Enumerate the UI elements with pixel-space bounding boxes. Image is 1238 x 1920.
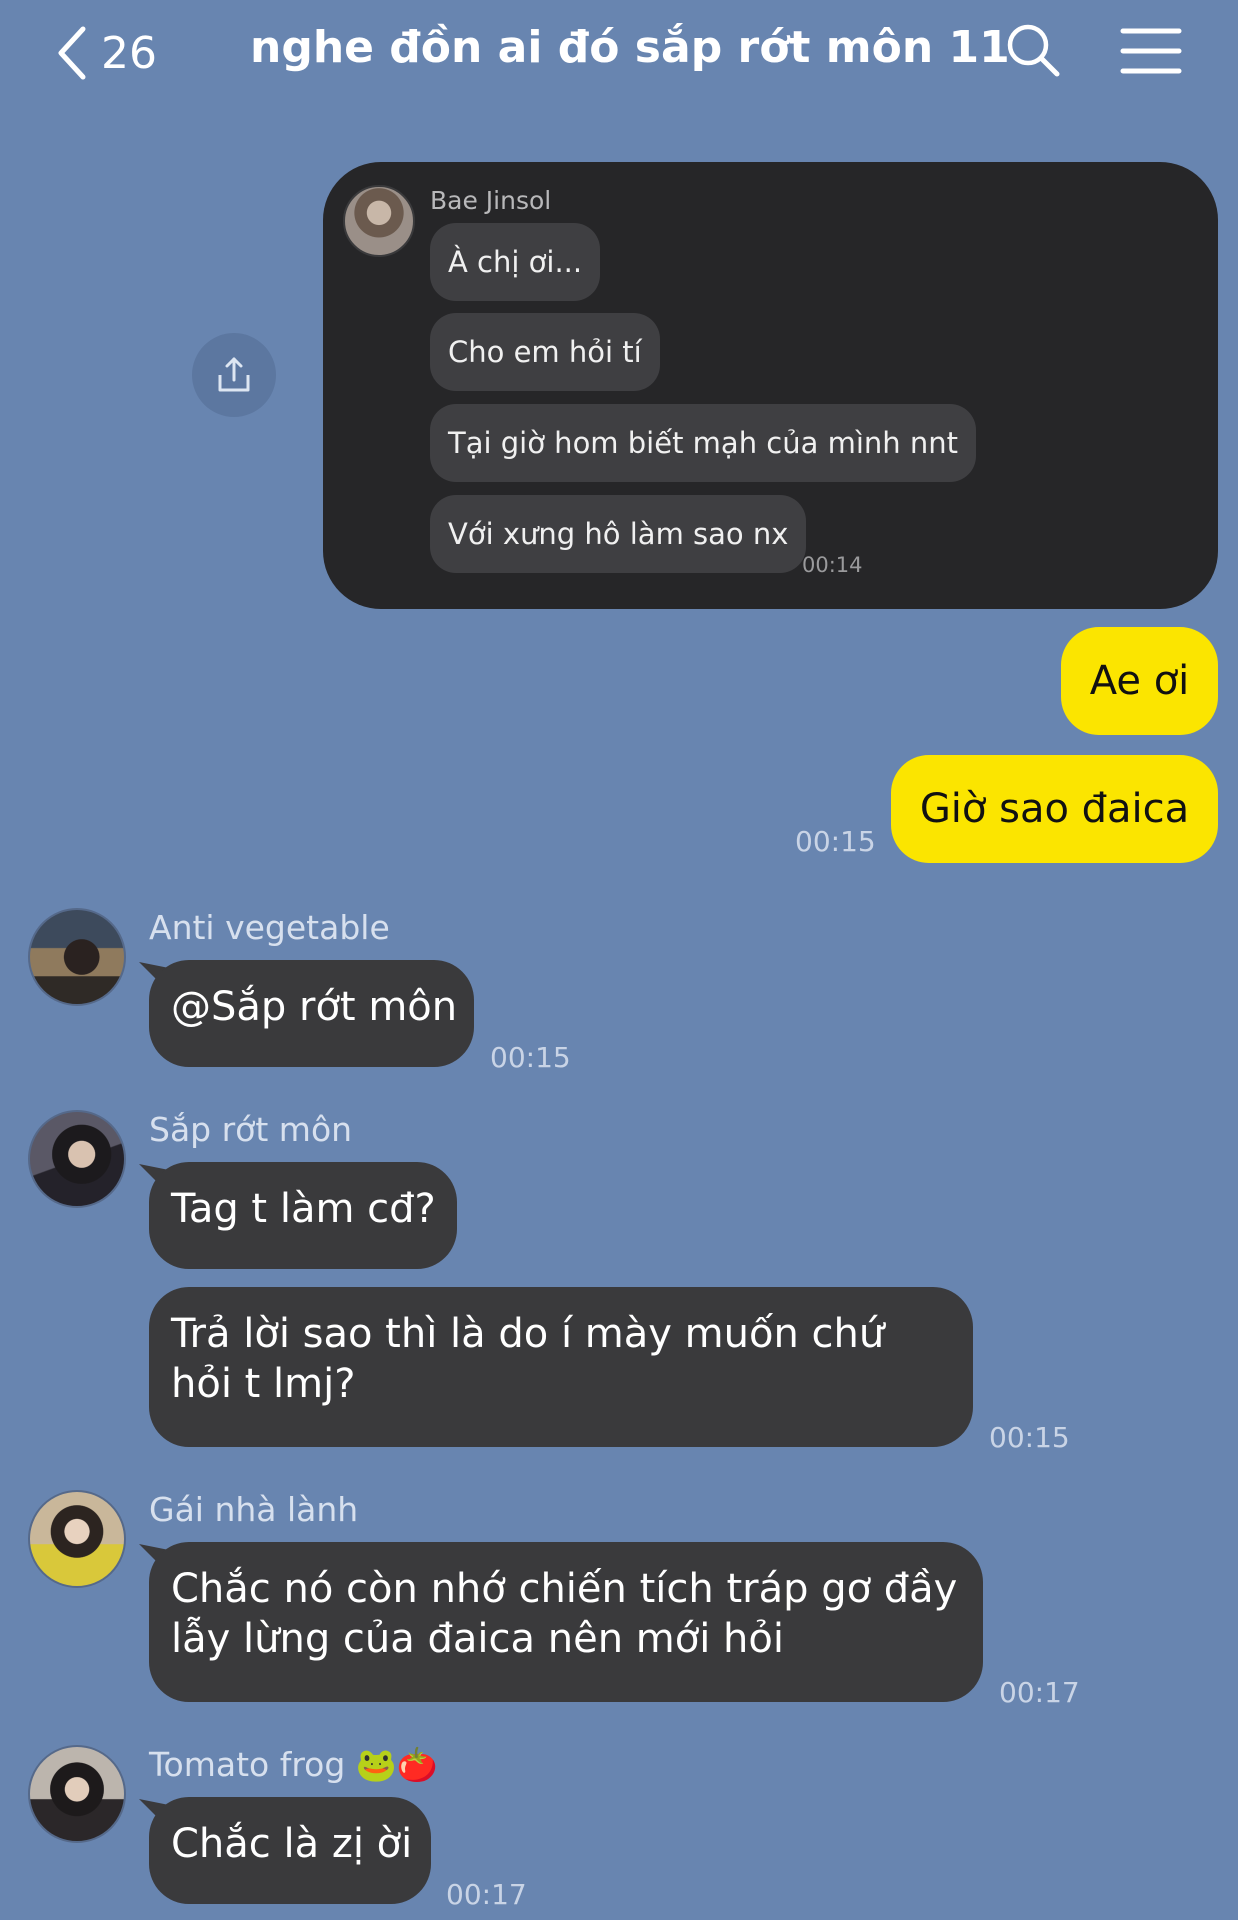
outgoing-bubble[interactable]: Giờ sao đaica <box>891 755 1218 863</box>
message-timestamp: 00:15 <box>989 1421 1070 1454</box>
avatar <box>343 185 415 257</box>
message-timestamp: 00:17 <box>446 1878 527 1911</box>
share-icon <box>218 357 250 392</box>
forwarded-bubble: Với xưng hô làm sao nx <box>430 495 807 573</box>
menu-icon[interactable] <box>1120 26 1182 76</box>
sender-name: Gái nhà lành <box>149 1490 359 1529</box>
sender-emoji: 🐸🍅 <box>355 1745 439 1784</box>
sender-name: Anti vegetable <box>149 908 390 947</box>
forwarded-timestamp: 00:14 <box>802 553 863 577</box>
share-button[interactable] <box>192 333 276 417</box>
avatar[interactable] <box>28 1490 126 1588</box>
chevron-left-icon <box>58 26 86 80</box>
sender-name-text: Tomato frog <box>149 1745 346 1784</box>
sender-name: Sắp rớt môn <box>149 1110 353 1149</box>
back-button[interactable]: 26 <box>55 18 157 88</box>
incoming-bubble[interactable]: Chắc nó còn nhớ chiến tích tráp gơ đầy l… <box>149 1542 983 1702</box>
incoming-bubble[interactable]: @Sắp rớt môn <box>149 960 474 1067</box>
incoming-bubble[interactable]: Tag t làm cđ? <box>149 1162 457 1269</box>
incoming-bubble[interactable]: Chắc là zị ời <box>149 1797 431 1904</box>
avatar[interactable] <box>28 1110 126 1208</box>
incoming-bubble[interactable]: Trả lời sao thì là do í mày muốn chứ hỏi… <box>149 1287 973 1447</box>
forwarded-sender-name: Bae Jinsol <box>430 186 552 215</box>
sender-name: Tomato frog 🐸🍅 <box>149 1745 438 1785</box>
message-timestamp: 00:15 <box>490 1041 571 1074</box>
avatar[interactable] <box>28 908 126 1006</box>
forwarded-bubble: Tại giờ hom biết mạh của mình nnt <box>430 404 977 482</box>
chat-title: nghe đồn ai đó sắp rớt môn 11 <box>250 22 1010 73</box>
forwarded-bubble: À chị ơi... <box>430 223 601 301</box>
avatar[interactable] <box>28 1745 126 1843</box>
forwarded-bubble: Cho em hỏi tí <box>430 313 660 391</box>
outgoing-bubble[interactable]: Ae ơi <box>1061 627 1218 735</box>
search-icon[interactable] <box>1005 22 1061 78</box>
message-timestamp: 00:15 <box>795 825 876 858</box>
unread-count: 26 <box>101 27 157 79</box>
message-timestamp: 00:17 <box>999 1676 1080 1709</box>
